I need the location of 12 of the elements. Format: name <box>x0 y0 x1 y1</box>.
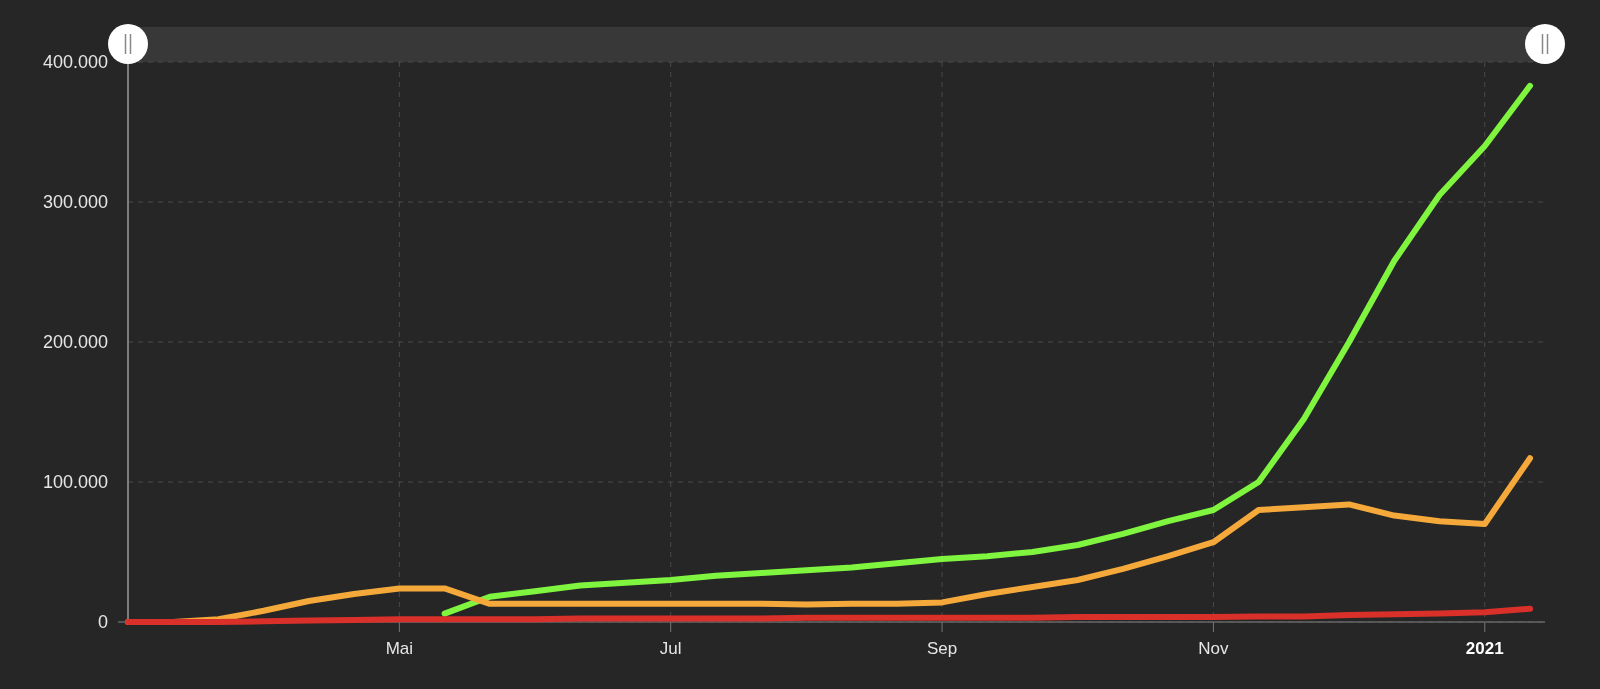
y-axis-label: 300.000 <box>42 192 108 212</box>
x-axis-label: 2021 <box>1465 639 1504 658</box>
y-axis-label: 100.000 <box>42 472 108 492</box>
x-axis-label: Mai <box>385 639 414 658</box>
range-handle[interactable] <box>108 24 148 64</box>
y-axis-label: 200.000 <box>42 332 108 352</box>
x-axis-label: Sep <box>926 639 958 658</box>
y-axis-label: 400.000 <box>42 52 108 72</box>
y-axis-label: 0 <box>98 612 108 632</box>
x-axis-label: Jul <box>659 639 682 658</box>
x-axis-label: Nov <box>1198 639 1229 658</box>
range-handle[interactable] <box>1525 24 1565 64</box>
